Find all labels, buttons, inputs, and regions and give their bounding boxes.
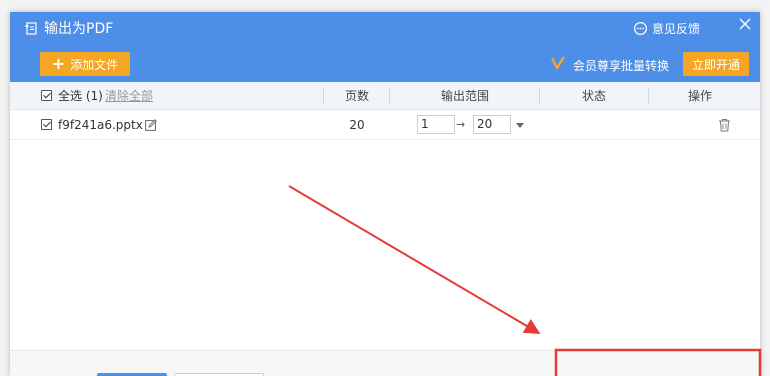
select-all-checkbox[interactable] [41, 90, 52, 101]
row-checkbox[interactable] [41, 119, 52, 130]
vip-v-icon [551, 56, 565, 70]
range-from-input[interactable]: 1 [417, 115, 455, 134]
add-file-label: 添加文件 [70, 57, 119, 72]
file-name: f9f241a6.pptx [58, 118, 143, 132]
select-all-label: 全选 (1) [58, 89, 103, 103]
table-header: 全选 (1) 清除全部 页数 输出范围 状态 操作 [10, 82, 760, 110]
column-divider [648, 88, 649, 104]
open-membership-button[interactable]: 立即开通 [683, 52, 749, 76]
pdf-export-icon [25, 22, 37, 35]
vip-promo-text: 会员尊享批量转换 [573, 59, 670, 73]
plus-icon: + [51, 54, 66, 73]
feedback-link[interactable]: 意见反馈 [633, 19, 700, 37]
dialog-titlebar: 输出为PDF 意见反馈 + 添加文件 会员尊享批量转换 立即开通 [10, 12, 760, 82]
column-header-actions: 操作 [687, 89, 712, 103]
dialog-title: 输出为PDF [44, 21, 114, 37]
dialog-footer [10, 350, 760, 376]
page-count: 20 [349, 118, 365, 132]
column-divider [323, 88, 324, 104]
range-arrow: → [456, 118, 466, 131]
table-row: f9f241a6.pptx 20 1 → 20 [10, 110, 760, 140]
add-file-button[interactable]: + 添加文件 [40, 52, 130, 76]
range-to-input[interactable]: 20 [473, 115, 511, 134]
column-header-pages: 页数 [344, 89, 369, 103]
range-dropdown-icon[interactable] [516, 123, 524, 128]
trash-icon[interactable] [718, 118, 731, 132]
column-header-status: 状态 [581, 89, 606, 103]
edit-icon[interactable] [145, 119, 157, 131]
clear-all-link[interactable]: 清除全部 [105, 82, 153, 110]
close-icon[interactable] [737, 16, 753, 32]
chat-bubble-icon [633, 21, 648, 35]
export-pdf-dialog: 输出为PDF 意见反馈 + 添加文件 会员尊享批量转换 立即开通 全选 (1) … [10, 12, 760, 376]
feedback-label: 意见反馈 [652, 21, 701, 36]
column-header-output-range: 输出范围 [440, 89, 489, 103]
